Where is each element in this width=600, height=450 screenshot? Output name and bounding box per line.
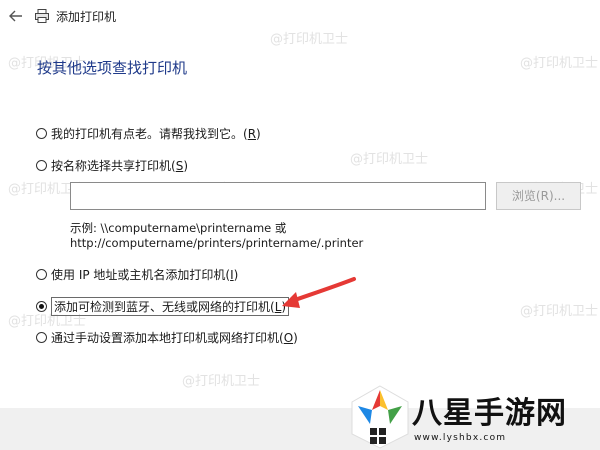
watermark: @打印机卫士 <box>520 56 599 71</box>
option-label: 按名称选择共享打印机(S) <box>51 158 188 173</box>
logo-text: 八星手游网 <box>412 396 567 431</box>
site-logo: 八星手游网 www.lyshbx.com <box>350 384 600 450</box>
option-label: 添加可检测到蓝牙、无线或网络的打印机(L) <box>51 296 290 316</box>
printer-icon <box>34 8 50 24</box>
window-title: 添加打印机 <box>56 10 117 24</box>
watermark: @打印机卫士 <box>182 374 261 389</box>
option-label: 使用 IP 地址或主机名添加打印机(I) <box>51 267 239 282</box>
example-text-line1: 示例: \\computername\printername 或 <box>70 221 287 235</box>
example-text-line2: http://computername/printers/printername… <box>70 236 364 250</box>
option-ip-address[interactable]: 使用 IP 地址或主机名添加打印机(I) <box>36 265 238 283</box>
annotation-arrow-icon <box>282 277 356 308</box>
title-bar: 添加打印机 <box>0 0 600 32</box>
radio-button[interactable] <box>36 127 47 139</box>
option-old-printer[interactable]: 我的打印机有点老。请帮我找到它。(R) <box>36 124 261 142</box>
printer-name-input[interactable] <box>70 182 486 210</box>
radio-button[interactable] <box>36 268 47 280</box>
browse-button[interactable]: 浏览(R)... <box>496 182 581 210</box>
option-shared-printer[interactable]: 按名称选择共享打印机(S) <box>36 156 188 174</box>
watermark: @打印机卫士 <box>520 304 599 319</box>
option-label: 通过手动设置添加本地打印机或网络打印机(O) <box>51 330 298 345</box>
radio-button[interactable] <box>36 159 47 171</box>
page-heading: 按其他选项查找打印机 <box>37 59 188 77</box>
radio-button-selected[interactable] <box>36 300 47 312</box>
radio-button[interactable] <box>36 331 47 343</box>
logo-url: www.lyshbx.com <box>414 433 507 443</box>
option-label: 我的打印机有点老。请帮我找到它。(R) <box>51 126 261 141</box>
back-arrow-icon[interactable] <box>6 6 26 26</box>
option-manual-local-network[interactable]: 通过手动设置添加本地打印机或网络打印机(O) <box>36 328 298 346</box>
option-bluetooth-wireless-network[interactable]: 添加可检测到蓝牙、无线或网络的打印机(L) <box>36 296 290 316</box>
logo-mark-icon <box>351 385 409 449</box>
watermark: @打印机卫士 <box>350 152 429 167</box>
